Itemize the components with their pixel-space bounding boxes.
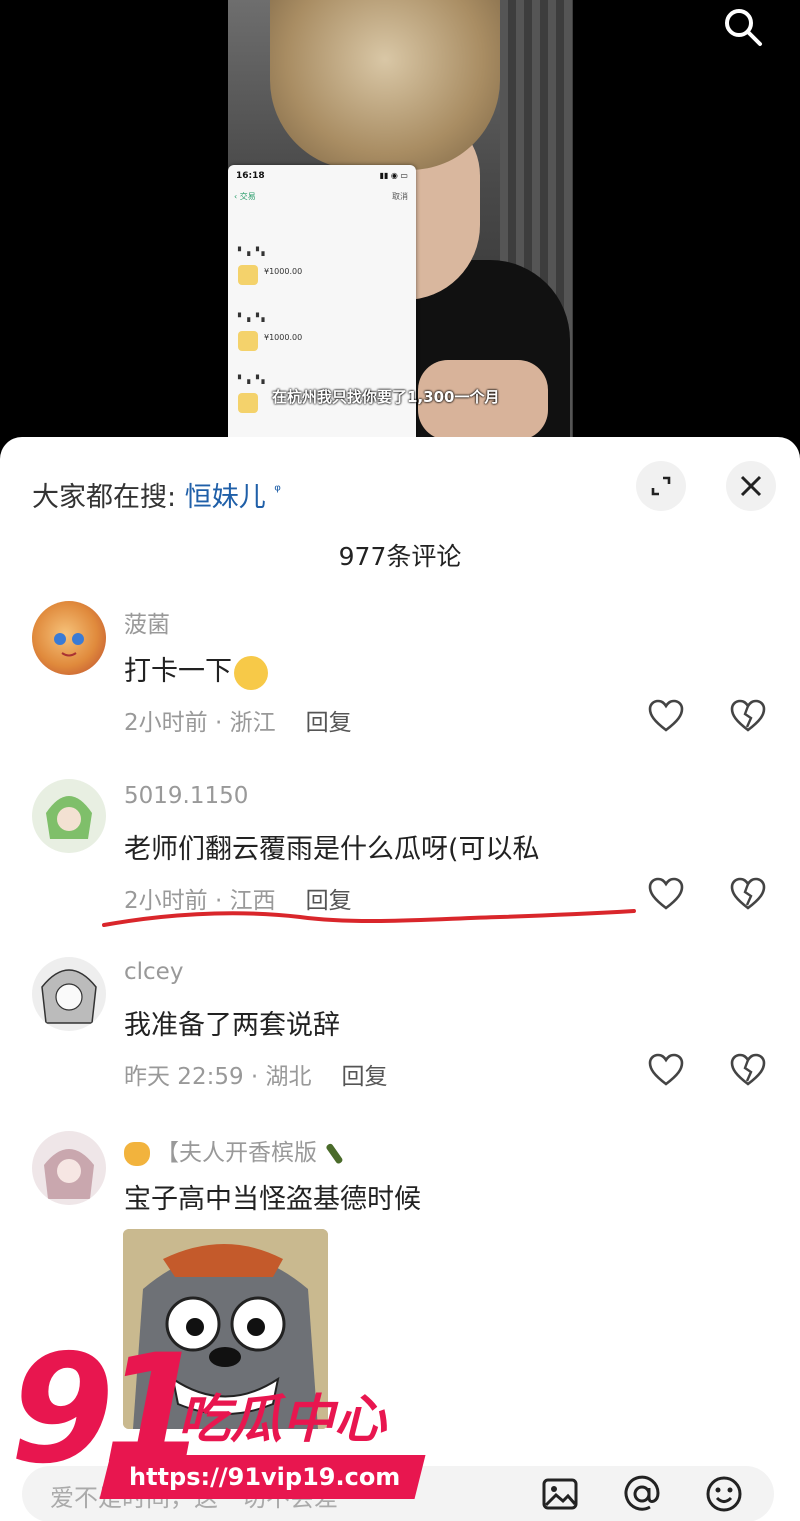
at-mention-icon[interactable]: [622, 1474, 662, 1514]
close-button[interactable]: [726, 461, 776, 511]
comment-author[interactable]: 【夫人开香槟版: [124, 1133, 347, 1167]
emoji-icon[interactable]: [704, 1474, 744, 1514]
person-hair: [270, 0, 500, 170]
coin-icon: [238, 393, 258, 413]
comment-author[interactable]: 菠菌: [124, 605, 170, 639]
comment-time-location: 昨天 22:59 · 湖北: [124, 1064, 312, 1090]
phone-time: 16:18: [236, 171, 265, 181]
phone-nav: ‹ 交易 取消: [234, 191, 408, 202]
video-subtitle: 在杭州我只找你要了1,300一个月: [272, 388, 500, 406]
comment-text: 打卡一下: [124, 649, 268, 690]
watermark: 91 吃瓜中心 https://91vip19.com: [10, 1335, 440, 1515]
video-player[interactable]: 16:18 ▮▮ ◉ ▭ ‹ 交易 取消 ▘▗ ▝ ▖ ¥1000.00 ▘▗ …: [0, 0, 800, 440]
search-icon[interactable]: [720, 4, 766, 50]
phone-nav-title: 交易: [239, 192, 256, 201]
trending-search-prefix: 大家都在搜:: [32, 482, 177, 513]
cat-emoji-icon: [124, 1141, 150, 1166]
transaction-amount: ¥1000.00: [264, 267, 303, 276]
broken-heart-icon[interactable]: [730, 699, 766, 733]
reply-button[interactable]: 回复: [342, 1064, 388, 1090]
blurred-name: ▘▗ ▝ ▖: [238, 247, 268, 256]
watermark-brand: 吃瓜中心: [178, 1390, 387, 1450]
avatar[interactable]: [32, 957, 106, 1031]
expand-button[interactable]: [636, 461, 686, 511]
search-small-icon: ᵠ: [274, 481, 281, 500]
comment-text: 我准备了两套说辞: [124, 1010, 340, 1041]
comment-count: 977条评论: [338, 542, 462, 571]
signal-icon: ▮▮ ◉ ▭: [379, 171, 408, 180]
comment-text: 宝子高中当怪盗基德时候: [124, 1184, 421, 1215]
watermark-url-banner: https://91vip19.com: [99, 1455, 426, 1499]
heart-icon[interactable]: [648, 877, 684, 911]
champagne-icon: [321, 1141, 347, 1167]
avatar[interactable]: [32, 601, 106, 675]
coin-icon: [238, 331, 258, 351]
comment-time-location: 2小时前 · 浙江: [124, 710, 276, 736]
phone-status-bar: 16:18 ▮▮ ◉ ▭: [236, 171, 408, 181]
thinking-emoji-icon: [234, 655, 268, 690]
trending-search-term[interactable]: 恒妹儿: [185, 482, 266, 513]
phone-nav-cancel: 取消: [392, 192, 408, 201]
comment-meta: 2小时前 · 浙江 回复: [124, 703, 352, 737]
comment-text: 老师们翻云覆雨是什么瓜呀(可以私: [124, 834, 540, 865]
heart-icon[interactable]: [648, 1053, 684, 1087]
blurred-name: ▘▗ ▝ ▖: [238, 313, 268, 322]
blurred-name: ▘▗ ▝ ▖: [238, 375, 268, 384]
avatar[interactable]: [32, 779, 106, 853]
red-underline-annotation: [102, 909, 636, 927]
avatar[interactable]: [32, 1131, 106, 1205]
broken-heart-icon[interactable]: [730, 1053, 766, 1087]
comment-author[interactable]: 5019.1150: [124, 783, 248, 809]
expand-icon: [651, 476, 671, 496]
coin-icon: [238, 265, 258, 285]
broken-heart-icon[interactable]: [730, 877, 766, 911]
close-icon: [740, 475, 762, 497]
transaction-amount: ¥1000.00: [264, 333, 303, 342]
trending-search[interactable]: 大家都在搜: 恒妹儿 ᵠ: [32, 475, 281, 514]
phone-transaction-row: ▘▗ ▝ ▖ ¥1000.00: [238, 313, 406, 373]
comment-author[interactable]: clcey: [124, 959, 183, 985]
image-icon[interactable]: [540, 1474, 580, 1514]
phone-transaction-row: ▘▗ ▝ ▖ ¥1000.00: [238, 247, 406, 307]
reply-button[interactable]: 回复: [306, 710, 352, 736]
watermark-url: https://91vip19.com: [129, 1463, 401, 1491]
heart-icon[interactable]: [648, 699, 684, 733]
comment-meta: 昨天 22:59 · 湖北 回复: [124, 1057, 388, 1091]
